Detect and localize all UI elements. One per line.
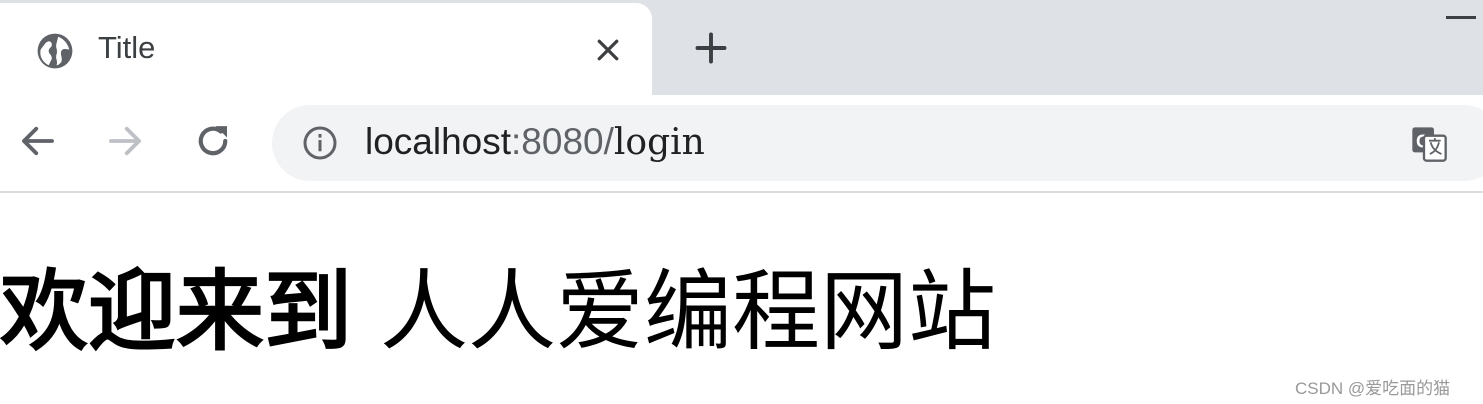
url-port: :8080/: [511, 121, 614, 162]
browser-toolbar: localhost:8080/login G: [0, 95, 1483, 193]
close-icon[interactable]: [593, 35, 623, 65]
url-host: localhost: [365, 121, 512, 162]
translate-icon[interactable]: G: [1409, 124, 1449, 164]
heading-normal-part: 人人爱编程网站: [352, 260, 996, 363]
minimize-button[interactable]: [1446, 16, 1476, 19]
csdn-watermark: CSDN @爱吃面的猫: [1295, 379, 1451, 398]
info-icon[interactable]: [302, 125, 338, 161]
arrow-left-icon[interactable]: [17, 120, 59, 162]
tab-strip: Title: [0, 0, 1483, 95]
url-text[interactable]: localhost:8080/login: [365, 118, 705, 167]
url-path: login: [613, 122, 705, 163]
page-heading: 欢迎来到 人人爱编程网站: [0, 262, 996, 362]
reload-icon[interactable]: [192, 120, 234, 162]
address-bar[interactable]: localhost:8080/login G: [272, 105, 1483, 181]
globe-icon: [37, 33, 73, 69]
heading-bold-part: 欢迎来到: [0, 260, 353, 363]
tab-title: Title: [98, 30, 156, 65]
browser-tab[interactable]: Title: [0, 3, 652, 95]
new-tab-plus-icon[interactable]: [693, 30, 729, 66]
arrow-right-icon[interactable]: [104, 120, 146, 162]
